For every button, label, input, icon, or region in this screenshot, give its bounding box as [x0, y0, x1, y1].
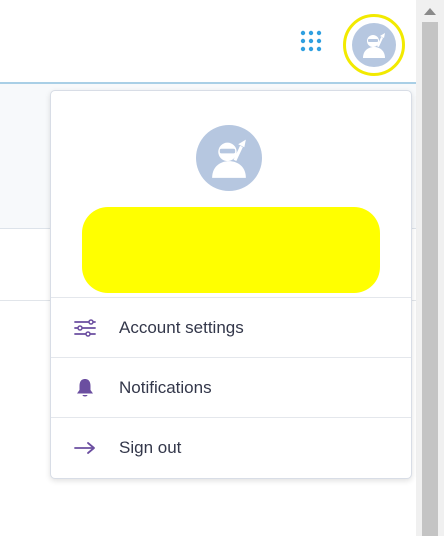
- notifications-item[interactable]: Notifications: [51, 357, 411, 417]
- sign-out-label: Sign out: [119, 437, 182, 457]
- scroll-thumb[interactable]: [422, 22, 438, 536]
- bell-icon: [73, 376, 97, 400]
- account-settings-label: Account settings: [119, 317, 244, 337]
- settings-list-icon: [73, 316, 97, 340]
- vertical-scrollbar[interactable]: [416, 0, 444, 536]
- user-menu-list: Account settings Notifications Sign out: [51, 297, 411, 477]
- sign-out-item[interactable]: Sign out: [51, 417, 411, 477]
- user-avatar-icon: [352, 23, 396, 67]
- notifications-label: Notifications: [119, 377, 212, 397]
- global-header: [0, 0, 416, 82]
- app-launcher-button[interactable]: [300, 30, 324, 52]
- arrow-right-icon: [73, 436, 97, 460]
- account-settings-item[interactable]: Account settings: [51, 297, 411, 357]
- user-profile-button[interactable]: [343, 14, 405, 76]
- user-avatar-icon: [196, 125, 262, 191]
- user-profile-menu: Account settings Notifications Sign out: [50, 90, 412, 479]
- scroll-up-arrow-icon[interactable]: [424, 8, 436, 15]
- redacted-user-name: [82, 207, 380, 293]
- app-launcher-grid-icon: [300, 30, 322, 52]
